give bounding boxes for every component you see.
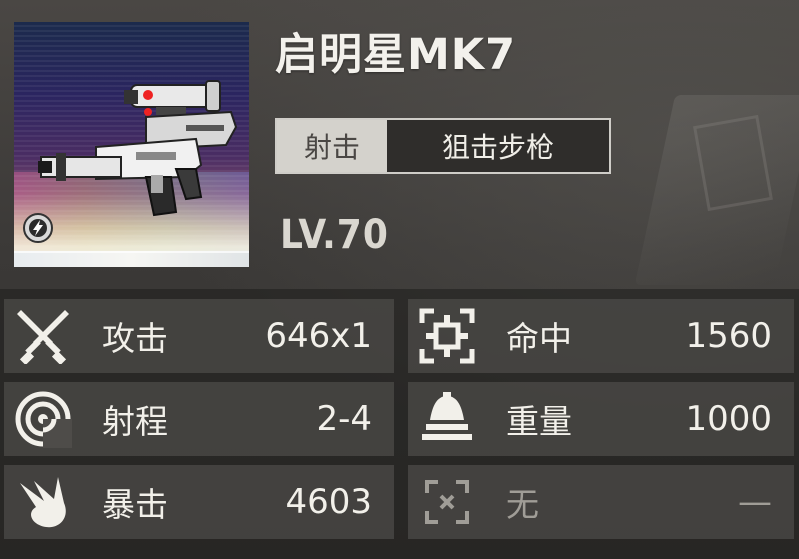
stat-attack: 攻击 646x1	[4, 299, 394, 373]
lightning-icon	[23, 213, 53, 243]
card-bottom-edge	[14, 251, 249, 267]
weapon-tags: 射击 狙击步枪	[275, 118, 611, 174]
stat-value: 4603	[285, 482, 372, 522]
critical-icon	[10, 469, 76, 535]
tag-category: 射击	[277, 120, 387, 172]
weapon-name: 启明星MK7	[275, 30, 517, 80]
range-icon	[10, 386, 76, 452]
stat-value: 1000	[685, 399, 772, 439]
stat-empty-slot: 无 —	[408, 465, 794, 539]
tag-weapon-type: 狙击步枪	[387, 120, 609, 172]
stat-range: 射程 2-4	[4, 382, 394, 456]
stat-value: —	[738, 482, 772, 522]
stat-critical: 暴击 4603	[4, 465, 394, 539]
empty-slot-icon	[414, 469, 480, 535]
weapon-level: LV.70	[280, 212, 389, 258]
stat-weight: 重量 1000	[408, 382, 794, 456]
stat-label: 射程	[102, 402, 168, 441]
crosshair-icon	[414, 303, 480, 369]
stat-label: 命中	[506, 319, 572, 358]
stat-label: 重量	[506, 402, 572, 441]
stat-value: 646x1	[265, 316, 372, 356]
stat-label: 攻击	[102, 319, 168, 358]
stat-value: 2-4	[316, 399, 372, 439]
weapon-portrait-card	[14, 22, 249, 267]
sniper-rifle-image	[38, 80, 238, 217]
stat-value: 1560	[685, 316, 772, 356]
weight-icon	[414, 386, 480, 452]
crossed-swords-icon	[10, 303, 76, 369]
stat-label: 无	[506, 485, 539, 524]
stat-label: 暴击	[102, 485, 168, 524]
stat-accuracy: 命中 1560	[408, 299, 794, 373]
